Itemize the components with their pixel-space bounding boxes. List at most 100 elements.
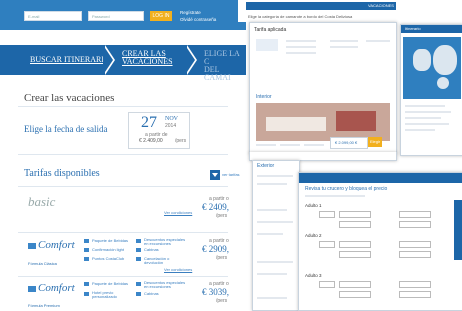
first-name-field[interactable]	[339, 211, 371, 218]
step-create-vacation[interactable]: CREAR LAS VACACIONES	[122, 50, 173, 66]
info-line	[286, 52, 316, 54]
title-select[interactable]	[319, 241, 335, 248]
title-select[interactable]	[319, 281, 335, 288]
fare-feature: Confirmación light	[92, 247, 125, 252]
last-name-field[interactable]	[399, 241, 431, 248]
info-line	[257, 221, 293, 223]
tab-line[interactable]	[304, 144, 324, 146]
costa-logo-icon	[28, 243, 36, 249]
chevron-divider	[103, 45, 113, 75]
interior-label: Interior	[256, 94, 272, 100]
fare-feature: Descuentos especiales en excursiones	[144, 237, 186, 246]
per-person: /pers	[175, 138, 187, 144]
nationality-select[interactable]	[399, 291, 431, 298]
last-name-field[interactable]	[399, 281, 431, 288]
fares-toggle-button[interactable]	[210, 170, 220, 180]
world-map	[403, 37, 461, 99]
divider	[18, 186, 228, 187]
info-line	[405, 117, 441, 119]
select-cabin-label: Elegir	[370, 139, 381, 144]
birthdate-field[interactable]	[339, 221, 371, 228]
adult-1-label: Adulto 1	[305, 203, 322, 208]
nationality-select[interactable]	[399, 221, 431, 228]
ship-thumbnail	[256, 39, 278, 51]
birthdate-field[interactable]	[339, 251, 371, 258]
booking-form-panel: Revisa tu crucero y bloquea el precio Ad…	[298, 172, 462, 311]
forgot-password-link[interactable]: Olvidé contraseña	[180, 17, 216, 22]
fare-brand-comfort: Comfort	[38, 239, 75, 251]
price-tag: € 2.099,00 €	[330, 137, 368, 149]
collage-top-strip: VACACIONES Elige la categoría de camarot…	[238, 0, 462, 22]
info-line	[405, 129, 435, 131]
bed-shape	[266, 117, 326, 131]
email-input[interactable]: E-mail	[24, 11, 82, 21]
fare-price: € 3039,	[202, 287, 229, 297]
collage-tab[interactable]: VACACIONES	[368, 4, 394, 8]
divider	[18, 154, 228, 155]
date-selector[interactable]: 27 NOV 2014 a partir de € 2.409,00 /pers	[128, 112, 190, 149]
costa-logo-icon	[28, 286, 36, 292]
login-button[interactable]: LOG IN	[150, 11, 172, 21]
tab-line[interactable]	[256, 144, 276, 146]
register-link[interactable]: Regístrate	[180, 10, 201, 15]
fare-brand-basic: basic	[28, 194, 56, 209]
last-name-field[interactable]	[399, 211, 431, 218]
fare-per: /pers	[216, 255, 228, 261]
chevron-divider	[185, 45, 195, 75]
fare-brand-comfort: Comfort	[38, 282, 75, 294]
birthdate-field[interactable]	[339, 291, 371, 298]
form-step-bar	[299, 173, 462, 183]
fare-feature: Cancelación o devolución	[144, 256, 170, 265]
fare-feature: Cabinas	[144, 247, 159, 252]
first-name-field[interactable]	[339, 241, 371, 248]
step-choose-cabin[interactable]: ELIGE LA C DEL CAMAI	[204, 50, 246, 82]
first-name-field[interactable]	[339, 281, 371, 288]
divider	[18, 232, 228, 233]
step-navigation: BUSCAR ITINERARIO CREAR LAS VACACIONES E…	[0, 45, 246, 82]
map-continent	[413, 49, 431, 71]
info-line	[257, 261, 293, 263]
info-line	[405, 123, 449, 125]
info-line	[405, 105, 445, 107]
fare-feature: Descuentos especiales en excursiones	[144, 280, 186, 289]
adult-3-label: Adulto 3	[305, 273, 322, 278]
form-title: Revisa tu crucero y bloquea el precio	[305, 186, 388, 192]
fare-feature: Paquete de Bebidas	[92, 281, 129, 286]
fare-per: /pers	[216, 298, 228, 304]
wall-panel	[336, 111, 376, 131]
fare-conditions-link[interactable]: Ver condiciones	[164, 210, 192, 215]
cabin-icon	[136, 248, 141, 252]
fare-row-comfort-classic: Comfort Fórmula Clásica Paquete de Bebid…	[24, 236, 234, 274]
info-line	[305, 195, 365, 197]
cabin-icon	[136, 292, 141, 296]
title-select[interactable]	[319, 211, 335, 218]
map-continent	[437, 77, 449, 89]
club-icon	[84, 257, 89, 261]
fare-conditions-link[interactable]: Ver condiciones	[164, 267, 192, 272]
password-input[interactable]: Password	[88, 11, 144, 21]
info-line	[330, 40, 358, 42]
select-cabin-button[interactable]: Elegir	[368, 137, 382, 147]
step-search-itinerary[interactable]: BUSCAR ITINERARIO	[30, 56, 110, 64]
date-year: 2014	[165, 123, 177, 129]
fares-button-label[interactable]: ver tarifas	[222, 172, 240, 177]
fare-feature: Hotel previo personalizado	[92, 290, 117, 299]
info-line	[286, 40, 316, 42]
info-line	[257, 273, 287, 275]
itinerary-panel: Itinerario	[400, 24, 462, 156]
fare-feature: Paquete de Bebidas	[92, 238, 129, 243]
info-line	[257, 183, 287, 185]
drink-icon	[84, 282, 89, 286]
fare-row-basic: basic Ver condiciones a partir o € 2409,…	[24, 190, 234, 232]
info-line	[330, 46, 358, 48]
fare-row-comfort-premium: Comfort Fórmula Premium Paquete de Bebid…	[24, 279, 234, 309]
fare-price: € 2909,	[202, 244, 229, 254]
nationality-select[interactable]	[399, 251, 431, 258]
fare-feature: Puntos CostaClub	[92, 256, 125, 261]
info-line	[405, 111, 451, 113]
info-line	[257, 209, 287, 211]
cabin-photo	[256, 103, 390, 141]
cabin-panel: Tarifa aplicada Interior	[249, 22, 397, 154]
tab-line[interactable]	[280, 144, 300, 146]
fare-per: /pers	[216, 213, 228, 219]
